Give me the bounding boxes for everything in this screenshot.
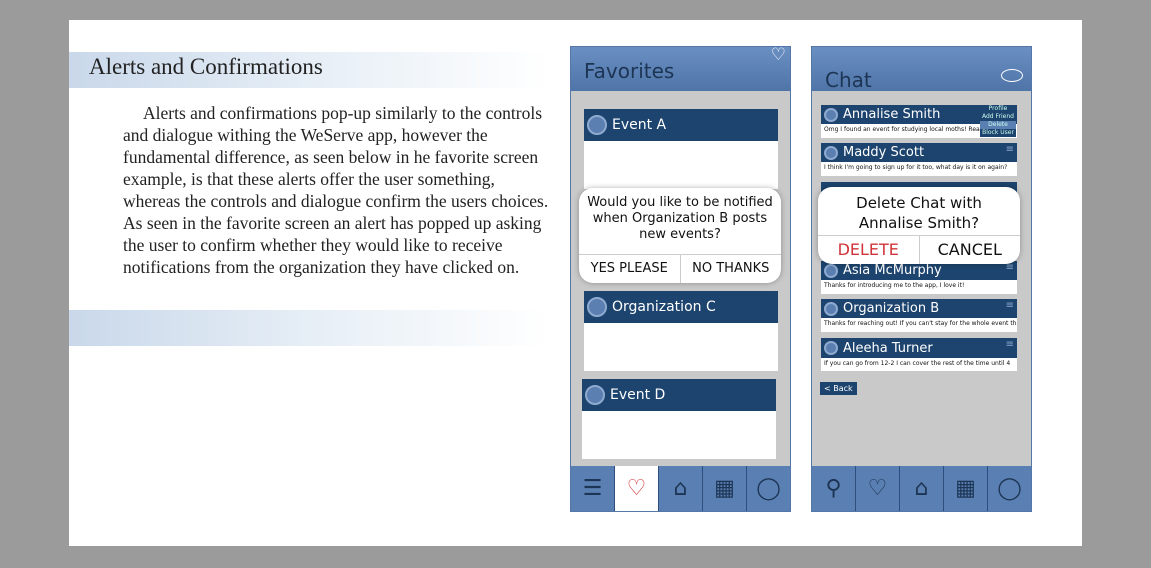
alert-message: Would you like to be notified when Organ… <box>587 195 773 242</box>
yes-please-button[interactable]: YES PLEASE <box>579 255 681 283</box>
chat-name: Maddy Scott <box>843 145 925 160</box>
chat-item[interactable]: Organization B ≡ Thanks for reaching out! … <box>821 299 1017 332</box>
chat-bubble-icon[interactable] <box>1001 69 1023 82</box>
bottom-nav: ☰ ♡ ⌂ ▦ ◯ <box>571 466 790 511</box>
favorite-card[interactable]: Organization C <box>584 291 778 371</box>
footer-band <box>69 310 549 346</box>
bottom-nav: ⚲ ♡ ⌂ ▦ ◯ <box>812 466 1031 511</box>
menu-icon[interactable]: ☰ <box>571 466 615 511</box>
search-icon[interactable]: ⚲ <box>812 466 856 511</box>
screen-title: Chat <box>825 68 872 92</box>
delete-chat-dialog: Delete Chat with Annalise Smith? DELETE … <box>818 187 1020 264</box>
heart-icon[interactable]: ♡ <box>856 466 900 511</box>
chat-item[interactable]: Aleeha Turner ≡ If you can go from 12-2 I … <box>821 338 1017 371</box>
avatar-icon <box>824 107 838 122</box>
home-icon[interactable]: ⌂ <box>659 466 703 511</box>
card-title: Event D <box>610 387 666 403</box>
chat-screen: Chat Annalise Smith Omg I found an event … <box>811 46 1032 512</box>
header: Chat <box>812 47 1031 92</box>
calendar-icon[interactable]: ▦ <box>703 466 747 511</box>
chat-preview: Thanks for reaching out! If you can't st… <box>824 320 1017 327</box>
profile-icon[interactable]: ◯ <box>988 466 1031 511</box>
favorites-screen: Favorites ♡ Event A Organization C Event… <box>570 46 791 512</box>
menu-icon[interactable]: ≡ <box>1006 300 1014 311</box>
back-label: Back <box>833 384 853 393</box>
chat-options-menu: Profile Add Friend Delete Block User <box>980 105 1016 137</box>
dialog-message: Delete Chat with Annalise Smith? <box>856 194 982 232</box>
avatar-icon <box>587 115 607 135</box>
avatar-icon <box>587 297 607 317</box>
chat-name: Annalise Smith <box>843 107 941 122</box>
back-button[interactable]: < Back <box>820 382 857 395</box>
chat-name: Asia McMurphy <box>843 263 942 278</box>
menu-delete[interactable]: Delete <box>980 121 1016 129</box>
chat-preview: If you can go from 12-2 I can cover the … <box>824 360 1011 367</box>
header: Favorites ♡ <box>571 47 790 91</box>
chat-name: Organization B <box>843 301 940 316</box>
home-icon[interactable]: ⌂ <box>900 466 944 511</box>
cancel-button[interactable]: CANCEL <box>920 236 1021 264</box>
screen-title: Favorites <box>584 59 675 83</box>
notify-alert: Would you like to be notified when Organ… <box>579 188 781 283</box>
menu-block-user[interactable]: Block User <box>980 129 1016 137</box>
chat-item[interactable]: Asia McMurphy ≡ Thanks for introducing me … <box>821 261 1017 294</box>
delete-button[interactable]: DELETE <box>818 236 920 264</box>
avatar-icon <box>824 263 838 278</box>
avatar-icon <box>585 385 605 405</box>
menu-profile[interactable]: Profile <box>980 105 1016 113</box>
card-title: Event A <box>612 117 667 133</box>
menu-add-friend[interactable]: Add Friend <box>980 113 1016 121</box>
favorite-card[interactable]: Event D <box>582 379 776 459</box>
chevron-left-icon: < <box>824 384 834 393</box>
profile-icon[interactable]: ◯ <box>747 466 790 511</box>
chat-name: Aleeha Turner <box>843 340 933 356</box>
card-title: Organization C <box>612 299 716 315</box>
no-thanks-button[interactable]: NO THANKS <box>681 255 782 283</box>
chat-item[interactable]: Annalise Smith Omg I found an event for s… <box>821 105 1017 138</box>
chat-item[interactable]: Maddy Scott ≡ I think I'm going to sign up… <box>821 143 1017 176</box>
heart-icon[interactable]: ♡ <box>771 47 786 65</box>
calendar-icon[interactable]: ▦ <box>944 466 988 511</box>
chat-preview: Thanks for introducing me to the app, I … <box>824 282 965 289</box>
menu-icon[interactable]: ≡ <box>1006 339 1014 350</box>
avatar-icon <box>824 145 838 160</box>
chat-preview: I think I'm going to sign up for it too,… <box>824 164 1008 171</box>
favorite-card[interactable]: Event A <box>584 109 778 189</box>
heading: Alerts and Confirmations <box>89 54 323 79</box>
body-paragraph: Alerts and confirmations pop-up similarl… <box>123 103 549 277</box>
avatar-icon <box>824 301 838 316</box>
menu-icon[interactable]: ≡ <box>1006 144 1014 155</box>
heart-icon[interactable]: ♡ <box>615 466 659 511</box>
avatar-icon <box>824 341 838 355</box>
